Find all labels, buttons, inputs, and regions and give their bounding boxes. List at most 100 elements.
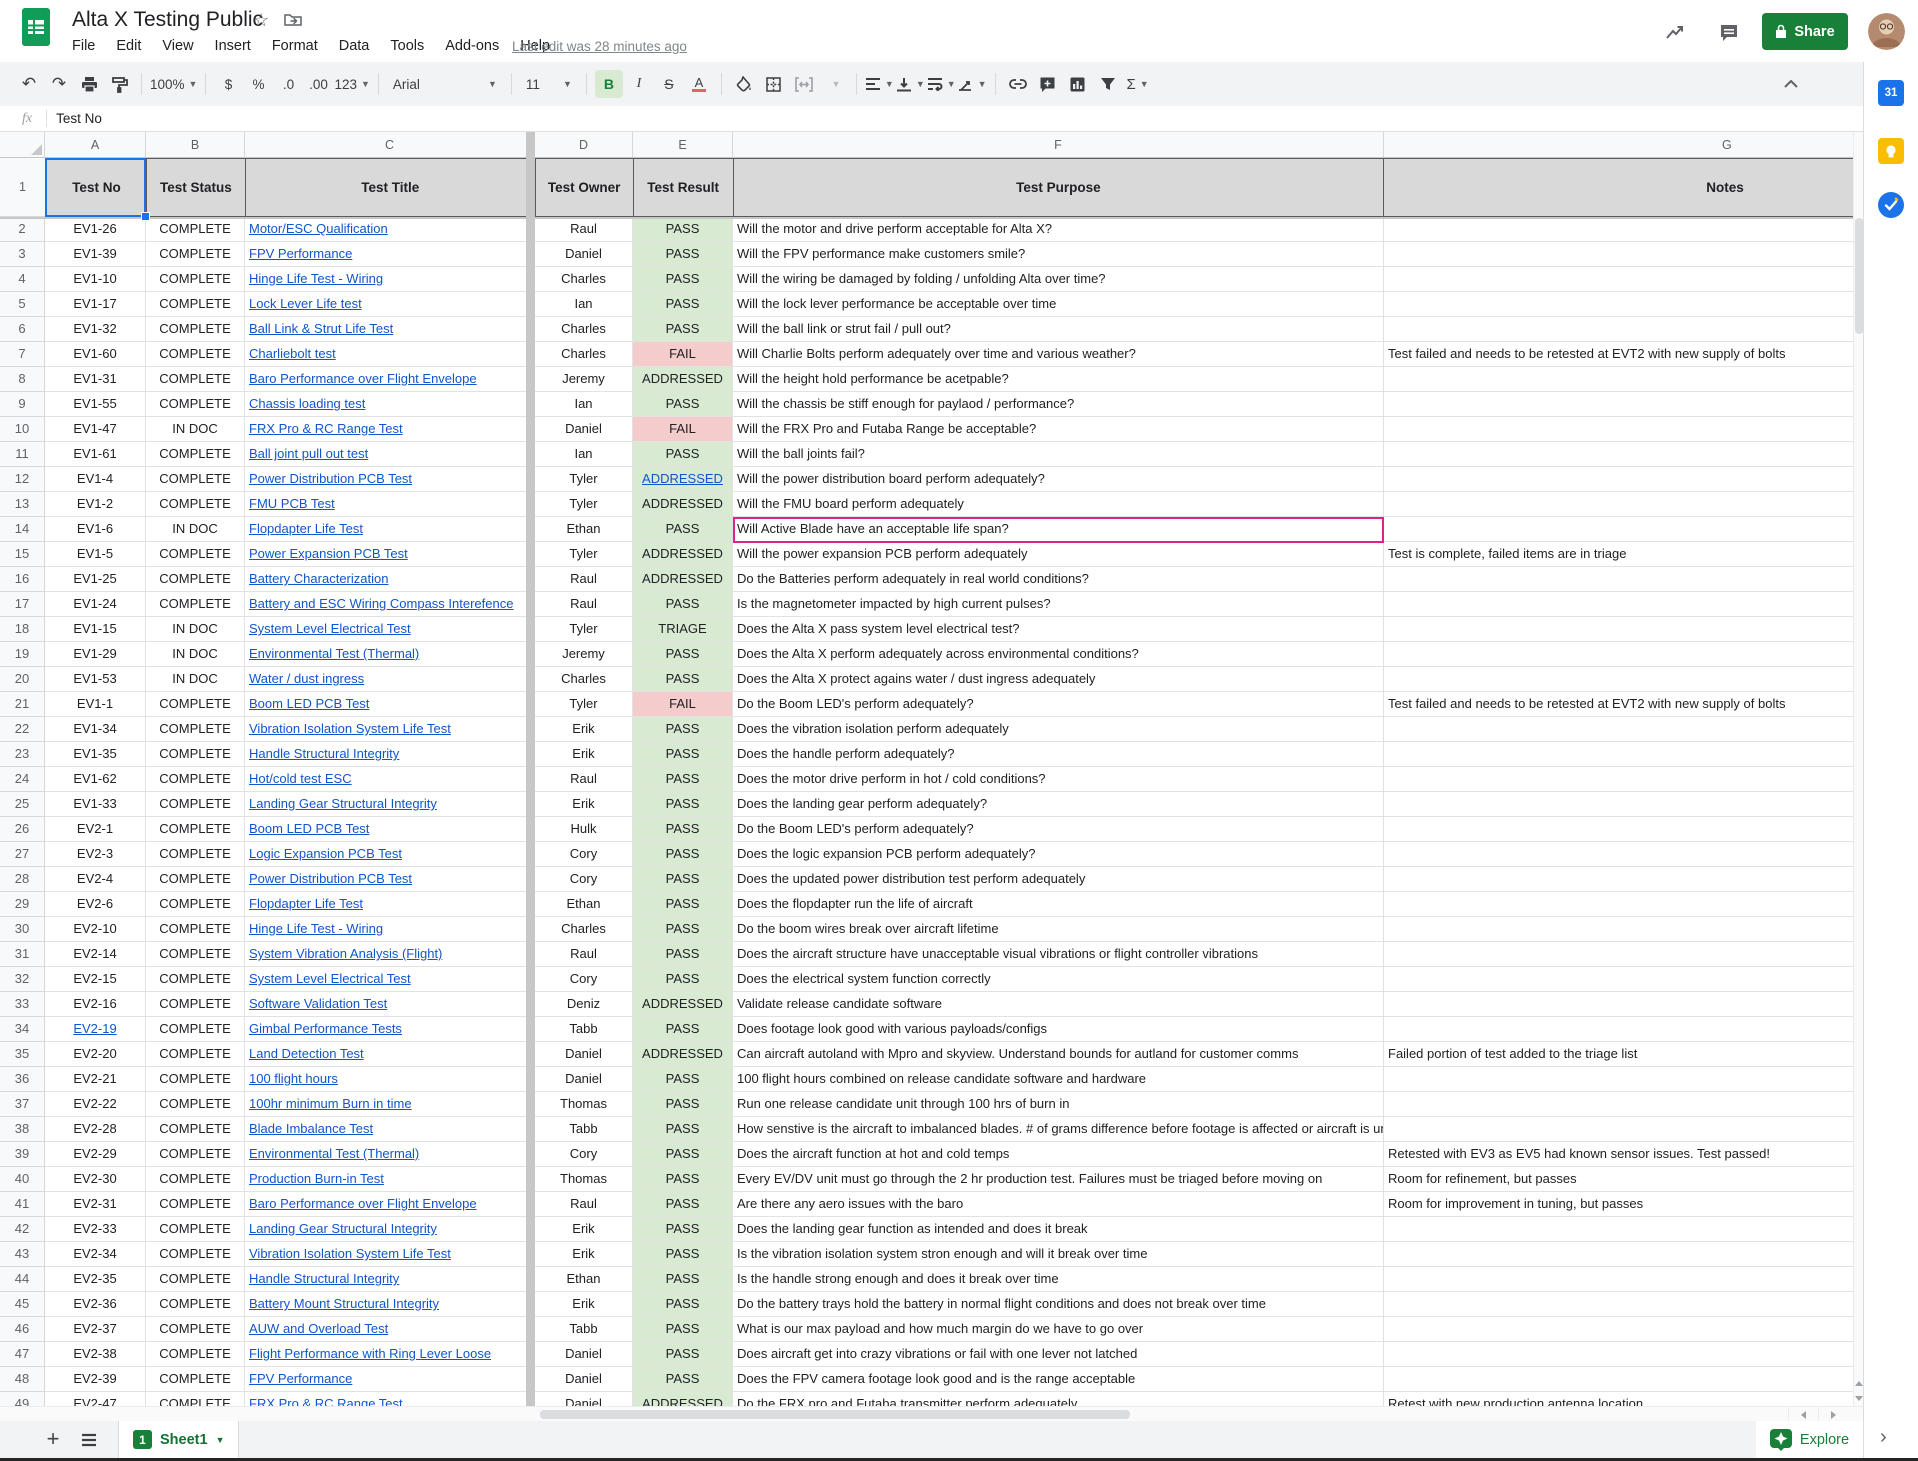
cell-test-status[interactable]: COMPLETE	[146, 817, 245, 842]
cell-test-result[interactable]: FAIL	[633, 342, 733, 367]
test-title-link[interactable]: FRX Pro & RC Range Test	[249, 1396, 403, 1406]
cell-test-result[interactable]: PASS	[633, 1167, 733, 1192]
cell-notes[interactable]	[1384, 742, 1853, 767]
cell-test-purpose[interactable]: Does the landing gear perform adequately…	[733, 792, 1384, 817]
cell-test-status[interactable]: COMPLETE	[146, 967, 245, 992]
cell-header-test-title[interactable]: Test Title	[246, 158, 536, 217]
cell-test-title[interactable]: FMU PCB Test	[245, 492, 535, 517]
test-title-link[interactable]: Landing Gear Structural Integrity	[249, 796, 437, 811]
cell-notes[interactable]	[1384, 442, 1853, 467]
column-header-a[interactable]: A	[45, 132, 146, 157]
last-edit-link[interactable]: Last edit was 28 minutes ago	[512, 39, 687, 54]
cell-test-purpose[interactable]: Does the Alta X protect agains water / d…	[733, 667, 1384, 692]
cell-test-owner[interactable]: Tyler	[535, 692, 633, 717]
cell-test-result[interactable]: PASS	[633, 517, 733, 542]
cell-test-purpose[interactable]: Does the flopdapter run the life of airc…	[733, 892, 1384, 917]
cell-notes[interactable]	[1384, 242, 1853, 267]
redo-button[interactable]: ↷	[45, 70, 73, 98]
cell-test-purpose[interactable]: Does the aircraft function at hot and co…	[733, 1142, 1384, 1167]
cell-test-owner[interactable]: Erik	[535, 742, 633, 767]
cell-notes[interactable]	[1384, 1017, 1853, 1042]
decrease-decimals-button[interactable]: .0	[274, 70, 302, 98]
number-format-button[interactable]: 123▼	[334, 70, 369, 98]
cell-test-owner[interactable]: Charles	[535, 342, 633, 367]
test-title-link[interactable]: FPV Performance	[249, 246, 352, 261]
cell-notes[interactable]	[1384, 667, 1853, 692]
cell-test-no[interactable]: EV1-17	[45, 292, 146, 317]
cell-notes[interactable]	[1384, 717, 1853, 742]
row-header[interactable]: 37	[0, 1092, 45, 1117]
cell-test-status[interactable]: COMPLETE	[146, 1367, 245, 1392]
cell-test-title[interactable]: Baro Performance over Flight Envelope	[245, 1192, 535, 1217]
cell-test-title[interactable]: Battery and ESC Wiring Compass Interefen…	[245, 592, 535, 617]
cell-test-title[interactable]: Lock Lever Life test	[245, 292, 535, 317]
cell-test-status[interactable]: COMPLETE	[146, 1092, 245, 1117]
test-title-link[interactable]: Boom LED PCB Test	[249, 696, 369, 711]
cell-test-owner[interactable]: Deniz	[535, 992, 633, 1017]
cell-test-no[interactable]: EV2-3	[45, 842, 146, 867]
cell-test-owner[interactable]: Daniel	[535, 242, 633, 267]
row-header[interactable]: 34	[0, 1017, 45, 1042]
row-header[interactable]: 42	[0, 1217, 45, 1242]
row-header[interactable]: 15	[0, 542, 45, 567]
vertical-scrollbar-thumb[interactable]	[1855, 218, 1863, 334]
scroll-right-button[interactable]	[1818, 1407, 1848, 1422]
italic-button[interactable]: I	[625, 70, 653, 98]
cell-test-result[interactable]: ADDRESSED	[633, 542, 733, 567]
cell-test-status[interactable]: COMPLETE	[146, 692, 245, 717]
keep-icon[interactable]	[1878, 138, 1904, 164]
cell-test-result[interactable]: PASS	[633, 442, 733, 467]
test-title-link[interactable]: FRX Pro & RC Range Test	[249, 421, 403, 436]
cell-test-no[interactable]: EV1-32	[45, 317, 146, 342]
cell-test-status[interactable]: IN DOC	[146, 417, 245, 442]
row-header[interactable]: 9	[0, 392, 45, 417]
test-title-link[interactable]: Blade Imbalance Test	[249, 1121, 373, 1136]
cell-test-purpose[interactable]: Will the FMU board perform adequately	[733, 492, 1384, 517]
cell-test-no[interactable]: EV1-60	[45, 342, 146, 367]
cell-test-title[interactable]: Ball joint pull out test	[245, 442, 535, 467]
cell-test-result[interactable]: PASS	[633, 642, 733, 667]
cell-notes[interactable]	[1384, 1342, 1853, 1367]
cell-test-result[interactable]: PASS	[633, 817, 733, 842]
cell-header-notes[interactable]: Notes	[1384, 158, 1853, 217]
test-title-link[interactable]: Production Burn-in Test	[249, 1171, 384, 1186]
row-header[interactable]: 35	[0, 1042, 45, 1067]
formula-bar-value[interactable]: Test No	[56, 111, 102, 126]
cell-test-owner[interactable]: Raul	[535, 942, 633, 967]
cell-test-no[interactable]: EV2-20	[45, 1042, 146, 1067]
cell-test-title[interactable]: Boom LED PCB Test	[245, 817, 535, 842]
row-header[interactable]: 45	[0, 1292, 45, 1317]
cell-test-owner[interactable]: Tabb	[535, 1317, 633, 1342]
cell-test-purpose[interactable]: Will the FRX Pro and Futaba Range be acc…	[733, 417, 1384, 442]
cell-notes[interactable]	[1384, 267, 1853, 292]
row-header[interactable]: 5	[0, 292, 45, 317]
cell-notes[interactable]	[1384, 992, 1853, 1017]
test-title-link[interactable]: Battery Characterization	[249, 571, 388, 586]
row-header[interactable]: 3	[0, 242, 45, 267]
test-title-link[interactable]: Land Detection Test	[249, 1046, 364, 1061]
test-title-link[interactable]: Charliebolt test	[249, 346, 336, 361]
cell-test-result[interactable]: PASS	[633, 1142, 733, 1167]
fill-handle[interactable]	[141, 212, 150, 221]
row-header[interactable]: 14	[0, 517, 45, 542]
cell-test-result[interactable]: PASS	[633, 1217, 733, 1242]
formula-bar[interactable]: fx Test No	[0, 106, 1863, 132]
cell-test-result[interactable]: PASS	[633, 592, 733, 617]
cell-notes[interactable]	[1384, 417, 1853, 442]
cell-notes[interactable]	[1384, 842, 1853, 867]
cell-test-status[interactable]: COMPLETE	[146, 292, 245, 317]
test-title-link[interactable]: Environmental Test (Thermal)	[249, 1146, 419, 1161]
cell-test-result[interactable]: PASS	[633, 267, 733, 292]
test-title-link[interactable]: Handle Structural Integrity	[249, 1271, 399, 1286]
cell-test-result[interactable]: ADDRESSED	[633, 992, 733, 1017]
functions-button[interactable]: Σ▼	[1124, 70, 1152, 98]
cell-notes[interactable]	[1384, 492, 1853, 517]
test-title-link[interactable]: 100hr minimum Burn in time	[249, 1096, 412, 1111]
row-header[interactable]: 32	[0, 967, 45, 992]
cell-notes[interactable]	[1384, 1367, 1853, 1392]
cell-test-owner[interactable]: Charles	[535, 317, 633, 342]
cell-test-result[interactable]: PASS	[633, 892, 733, 917]
row-header[interactable]: 13	[0, 492, 45, 517]
cell-test-title[interactable]: 100hr minimum Burn in time	[245, 1092, 535, 1117]
cell-test-result[interactable]: PASS	[633, 1117, 733, 1142]
